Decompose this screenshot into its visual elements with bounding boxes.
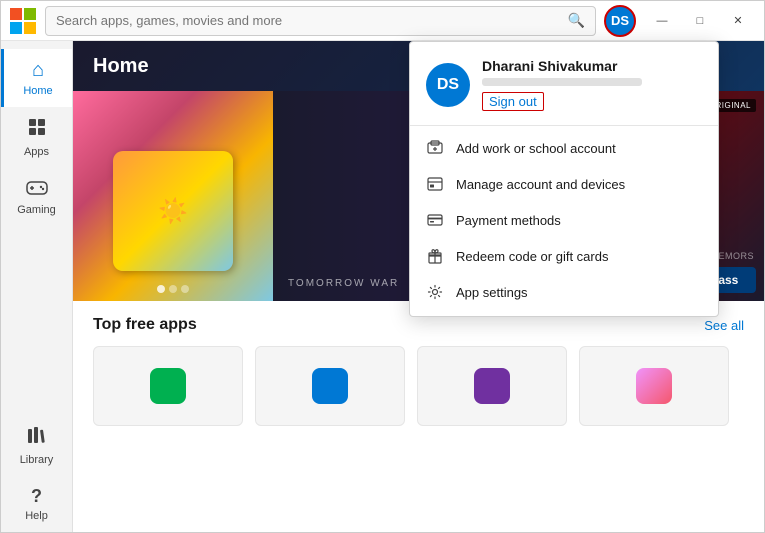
search-bar[interactable]: 🔍 [45,6,596,36]
sidebar-label-gaming: Gaming [17,204,56,216]
app-card-1[interactable] [93,346,243,426]
minimize-button[interactable]: — [644,7,680,35]
sidebar: ⌂ Home Apps [1,41,73,532]
gift-icon [426,247,444,265]
app-card-3[interactable] [417,346,567,426]
dropdown-item-label-settings: App settings [456,285,528,300]
app-icon-4 [636,368,672,404]
banner-left[interactable]: ☀️ [73,91,273,301]
top-free-apps-section: Top free apps See all [73,301,764,441]
maximize-button[interactable]: □ [682,7,718,35]
app-window: 🔍 DS — □ ✕ ⌂ Home [0,0,765,533]
sidebar-item-library[interactable]: Library [1,415,72,476]
search-icon: 🔍 [568,12,585,29]
home-icon: ⌂ [32,59,44,82]
close-button[interactable]: ✕ [720,7,756,35]
section-header: Top free apps See all [93,316,744,334]
section-title: Top free apps [93,316,197,334]
dropdown-user-email-bar [482,78,642,86]
app-icon-1 [150,368,186,404]
dropdown-divider-1 [410,125,718,126]
apps-grid [93,346,744,426]
app-logo [9,7,37,35]
dropdown-user-initials: DS [437,76,459,94]
user-initials: DS [611,13,629,28]
add-work-icon [426,139,444,157]
sidebar-item-help[interactable]: ? Help [1,476,72,532]
window-controls: — □ ✕ [644,7,756,35]
dropdown-user-name: Dharani Shivakumar [482,58,702,74]
sign-out-button[interactable]: Sign out [482,92,544,111]
sidebar-item-gaming[interactable]: Gaming [1,168,72,226]
payment-icon [426,211,444,229]
dropdown-item-label-manage: Manage account and devices [456,177,625,192]
dropdown-avatar: DS [426,63,470,107]
see-all-link[interactable]: See all [704,318,744,333]
dropdown-item-manage[interactable]: Manage account and devices [410,166,718,202]
game-card-sun-tile: ☀️ [113,151,233,271]
help-icon: ? [31,486,42,507]
dropdown-item-label-redeem: Redeem code or gift cards [456,249,608,264]
settings-icon [426,283,444,301]
dropdown-header: DS Dharani Shivakumar Sign out [410,42,718,121]
sidebar-label-apps: Apps [24,146,49,158]
search-input[interactable] [56,13,568,28]
app-icon-2 [312,368,348,404]
dropdown-user-info: Dharani Shivakumar Sign out [482,58,702,111]
sidebar-label-help: Help [25,510,48,522]
user-account-button[interactable]: DS [604,5,636,37]
apps-icon [27,117,47,143]
app-icon-3 [474,368,510,404]
gaming-icon [26,178,48,201]
page-title: Home [93,55,149,78]
dropdown-item-payment[interactable]: Payment methods [410,202,718,238]
account-dropdown: DS Dharani Shivakumar Sign out Add work … [409,41,719,317]
sidebar-label-home: Home [23,85,52,97]
sidebar-item-home[interactable]: ⌂ Home [1,49,72,107]
dropdown-item-settings[interactable]: App settings [410,274,718,310]
sidebar-item-apps[interactable]: Apps [1,107,72,168]
dropdown-item-label-payment: Payment methods [456,213,561,228]
app-card-2[interactable] [255,346,405,426]
manage-account-icon [426,175,444,193]
library-icon [26,425,48,451]
banner-tomorrow-war: TOMORROW WAR [288,278,399,289]
sidebar-label-library: Library [20,454,54,466]
dropdown-item-add-work[interactable]: Add work or school account [410,130,718,166]
titlebar: 🔍 DS — □ ✕ [1,1,764,41]
dropdown-item-label-add-work: Add work or school account [456,141,616,156]
app-card-4[interactable] [579,346,729,426]
dropdown-item-redeem[interactable]: Redeem code or gift cards [410,238,718,274]
